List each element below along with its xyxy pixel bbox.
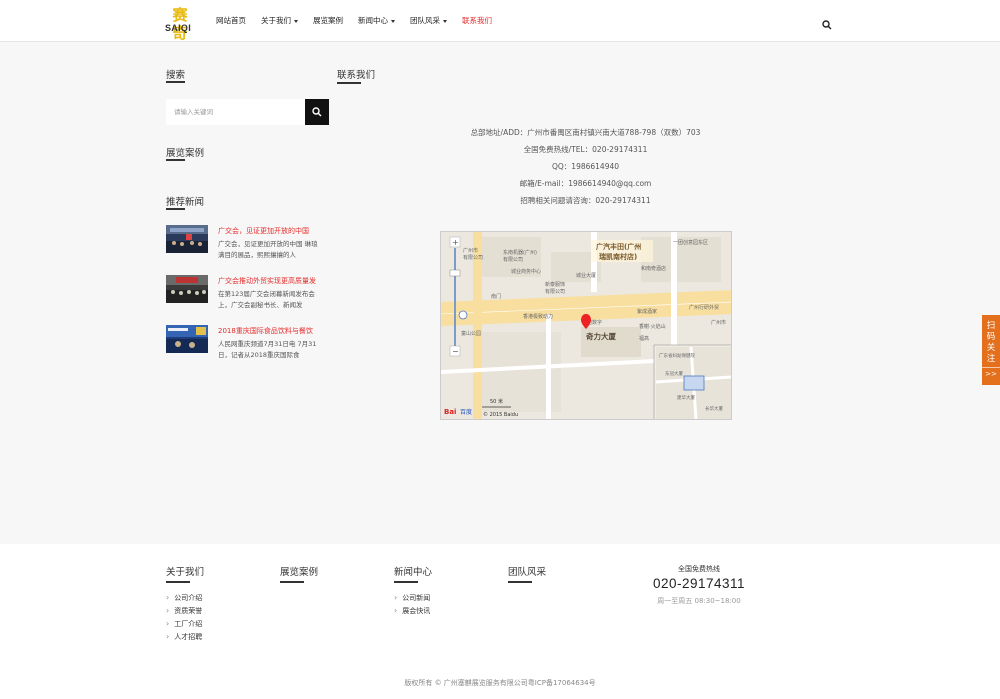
news-item[interactable]: 广交会，见证更加开放的中国 广交会，见证更加开放的中国 琳琅满目的展品，熙熙攘攘… bbox=[166, 225, 326, 259]
search-icon bbox=[312, 107, 322, 117]
nav-item-about[interactable]: 关于我们 bbox=[261, 0, 298, 42]
news-item[interactable]: 广交会推动外贸实现更高质量发 在第123届广交会闭幕新闻发布会上，广交会副秘书长… bbox=[166, 275, 326, 309]
map-label: 香榭·火焰山 bbox=[639, 323, 666, 330]
search-button[interactable] bbox=[305, 99, 329, 125]
footer-col-cases[interactable]: 展览案例 bbox=[280, 564, 318, 583]
map-label: 广州市 bbox=[711, 319, 726, 326]
nav-item-cases[interactable]: 展览案例 bbox=[313, 0, 343, 42]
news-thumbnail[interactable] bbox=[166, 275, 208, 303]
footer-link[interactable]: 公司新闻 bbox=[394, 593, 430, 603]
map-label: 广东省妇幼保健院 bbox=[659, 352, 695, 359]
footer-link[interactable]: 展会快讯 bbox=[394, 606, 430, 616]
map-building-label: 奇力大厦 bbox=[586, 331, 616, 341]
nav-item-home[interactable]: 网站首页 bbox=[216, 0, 246, 42]
footer-link[interactable]: 工厂介绍 bbox=[166, 619, 202, 629]
sidebar-search-title: 搜索 bbox=[166, 67, 186, 83]
news-title[interactable]: 2018重庆国际食品饮料与餐饮 bbox=[218, 326, 324, 336]
map-label: 长华大厦 bbox=[705, 405, 723, 412]
sidebar-cases-title[interactable]: 展览案例 bbox=[166, 145, 204, 161]
news-desc: 人民网重庆频道7月31日电 7月31日，记者从2018重庆国际食 bbox=[218, 340, 317, 359]
logo-mark: 赛奇 bbox=[172, 6, 188, 42]
footer-col-about[interactable]: 关于我们 bbox=[166, 564, 204, 583]
news-title[interactable]: 广交会，见证更加开放的中国 bbox=[218, 226, 324, 236]
map-label: 南门 bbox=[491, 293, 501, 300]
map-label: 香港极致动力 bbox=[523, 313, 553, 320]
map-label: 东冠大厦 bbox=[665, 370, 683, 377]
news-item[interactable]: 2018重庆国际食品饮料与餐饮 人民网重庆频道7月31日电 7月31日，记者从2… bbox=[166, 325, 326, 359]
map-label: 有限公司 bbox=[545, 288, 565, 295]
hotline-number: 020-29174311 bbox=[652, 576, 746, 591]
logo[interactable]: 赛奇 SAIQI bbox=[165, 6, 194, 42]
main-nav: 网站首页 关于我们 展览案例 新闻中心 团队风采 联系我们 bbox=[216, 0, 507, 42]
footer-link[interactable]: 公司介绍 bbox=[166, 593, 202, 603]
map-poi-label: 广汽丰田(广州 bbox=[596, 242, 641, 251]
map-poi-label: 瑞凯南村店) bbox=[599, 252, 637, 261]
footer-link[interactable]: 人才招聘 bbox=[166, 632, 202, 642]
contact-recruit: 招聘相关问题请咨询：020-29174311 bbox=[520, 196, 651, 205]
site-header: 赛奇 SAIQI 网站首页 关于我们 展览案例 新闻中心 团队风采 联系我们 bbox=[0, 0, 1000, 42]
map-zoom-in[interactable]: + bbox=[452, 238, 459, 247]
caret-down-icon bbox=[294, 19, 298, 23]
map-label: 福高 bbox=[639, 335, 649, 342]
map-zoom-out[interactable]: − bbox=[452, 347, 459, 356]
map-label: 紫成酒家 bbox=[637, 308, 657, 315]
sidebar-search bbox=[166, 99, 329, 125]
footer-col-team[interactable]: 团队风采 bbox=[508, 564, 546, 583]
footer-col-news[interactable]: 新闻中心 bbox=[394, 564, 432, 583]
caret-down-icon bbox=[443, 19, 447, 23]
hotline-label: 全国免费热线 bbox=[678, 565, 720, 573]
map-label: 广州行研外贸 bbox=[689, 304, 719, 311]
map-scale-label: 50 米 bbox=[490, 398, 503, 405]
contact-tel: 全国免费热线/TEL：020-29174311 bbox=[523, 145, 648, 154]
copyright: 版权所有 © 广州塞麒展览服务有限公司粤ICP备17064634号 bbox=[404, 679, 596, 687]
map-label: 有限公司 bbox=[463, 254, 483, 261]
double-chevron-icon: >> bbox=[982, 367, 1000, 378]
contact-email: 邮箱/E-mail：1986614940@qq.com bbox=[519, 179, 652, 188]
contact-qq: QQ：1986614940 bbox=[551, 162, 620, 171]
caret-down-icon bbox=[391, 19, 395, 23]
hotline-hours: 周一至周五 08:30~18:00 bbox=[657, 597, 741, 605]
contact-address: 总部地址/ADD：广州市番禺区南村镇兴南大道788-798（双数）703 bbox=[470, 128, 701, 137]
sidebar-news-title: 推荐新闻 bbox=[166, 194, 204, 210]
map-label: 建华大厦 bbox=[677, 394, 695, 401]
map-label: 童山公园 bbox=[461, 330, 481, 337]
logo-text: SAIQI bbox=[165, 23, 192, 33]
site-footer: 关于我们 公司介绍 资质荣誉 工厂介绍 人才招聘 展览案例 新闻中心 公司新闻 … bbox=[0, 544, 1000, 699]
qr-follow-tab[interactable]: 扫码关注 >> bbox=[982, 315, 1000, 385]
nav-item-news[interactable]: 新闻中心 bbox=[358, 0, 395, 42]
search-icon[interactable] bbox=[822, 15, 832, 30]
map-label: 一团创意园东区 bbox=[673, 239, 708, 246]
news-title[interactable]: 广交会推动外贸实现更高质量发 bbox=[218, 276, 324, 286]
search-input[interactable] bbox=[166, 99, 305, 125]
map-label: 新泰服饰 bbox=[545, 281, 565, 288]
baidu-logo: Bai bbox=[444, 408, 456, 416]
baidu-map[interactable]: 广汽丰田(广州 瑞凯南村店) 奇力大厦 东南机器(广州) 有限公司 一团创意园东… bbox=[440, 231, 732, 420]
baidu-logo-text: 百度 bbox=[460, 408, 472, 416]
map-location-icon[interactable] bbox=[458, 310, 468, 320]
news-thumbnail[interactable] bbox=[166, 325, 208, 353]
page-title: 联系我们 bbox=[337, 67, 375, 84]
map-label: 有限公司 bbox=[503, 256, 523, 263]
map-label: 城业大厦 bbox=[576, 272, 596, 279]
map-copyright: © 2015 Baidu bbox=[483, 411, 518, 418]
news-thumbnail[interactable] bbox=[166, 225, 208, 253]
news-desc: 广交会，见证更加开放的中国 琳琅满目的展品，熙熙攘攘的人 bbox=[218, 240, 318, 259]
map-overview-viewport[interactable] bbox=[683, 375, 705, 391]
footer-link[interactable]: 资质荣誉 bbox=[166, 606, 202, 616]
map-label: 东南机器(广州) bbox=[503, 249, 537, 256]
map-label: 和南奇酒店 bbox=[641, 265, 666, 272]
nav-item-contact[interactable]: 联系我们 bbox=[462, 0, 492, 42]
nav-item-team[interactable]: 团队风采 bbox=[410, 0, 447, 42]
qr-follow-label: 扫码关注 bbox=[986, 321, 996, 364]
map-zoom-slider[interactable] bbox=[449, 269, 461, 277]
map-label: 城业商务中心 bbox=[511, 268, 541, 275]
news-desc: 在第123届广交会闭幕新闻发布会上，广交会副秘书长、新闻发 bbox=[218, 290, 315, 309]
map-label: 广州市 bbox=[463, 247, 478, 254]
